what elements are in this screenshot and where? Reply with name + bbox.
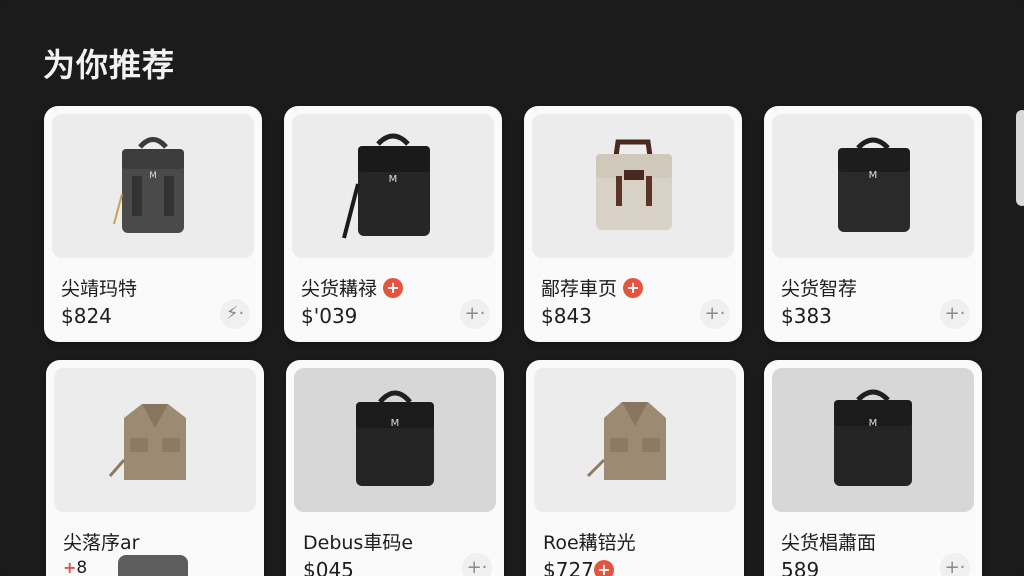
next-row-card-peek — [118, 555, 188, 576]
backpack-image: M — [356, 390, 434, 486]
jacket-image — [586, 402, 666, 480]
product-image — [532, 114, 734, 258]
product-price: $045 — [303, 558, 354, 576]
product-price: $'039 — [301, 304, 358, 328]
product-price: $843 — [541, 304, 592, 328]
svg-text:M: M — [389, 174, 398, 185]
quick-action-icon[interactable]: ⚡· — [220, 299, 250, 329]
next-card-edge[interactable] — [1016, 110, 1024, 206]
product-name: 尖货耩禄 + — [301, 274, 404, 301]
add-to-cart-icon[interactable]: +· — [940, 299, 970, 329]
add-to-cart-icon[interactable]: +· — [940, 553, 970, 576]
product-price: 589 — [781, 558, 820, 576]
recommendation-panel: 为你推荐 M 尖靖玛特 $824 ⚡· M 尖货耩禄 + $'039 +· 鄙荐… — [0, 0, 1024, 576]
add-to-cart-icon[interactable]: +· — [462, 553, 492, 576]
product-price: $383 — [781, 304, 832, 328]
product-image: M — [52, 114, 254, 258]
product-image: M — [292, 114, 494, 258]
product-card[interactable]: M 尖货耩禄 + $'039 +· — [284, 106, 502, 342]
product-card[interactable]: M Debus車码e $045 +· — [286, 360, 504, 576]
backpack-image: M — [342, 133, 430, 239]
product-name: 尖靖玛特 — [61, 278, 138, 300]
product-name: Roe耩锫光 — [543, 532, 636, 554]
product-name: 尖货椙蕭面 — [781, 532, 877, 554]
plus-badge-icon: + — [623, 278, 644, 298]
backpack-image: M — [838, 137, 910, 232]
svg-text:M: M — [391, 418, 400, 429]
svg-text:M: M — [869, 418, 878, 429]
product-image: M — [772, 368, 974, 512]
backpack-image: M — [113, 137, 184, 233]
jacket-image — [108, 404, 186, 480]
product-card[interactable]: 鄙荐車页 + $843 +· — [524, 106, 742, 342]
product-card[interactable]: M 尖货椙蕭面 589 +· — [764, 360, 982, 576]
product-card[interactable]: 尖落序ar +8 — [46, 360, 264, 576]
product-name: 鄙荐車页 + — [541, 274, 644, 301]
product-image — [534, 368, 736, 512]
plus-badge-icon: + — [383, 278, 404, 298]
product-image: M — [772, 114, 974, 258]
backpack-image — [596, 139, 672, 230]
product-name: Debus車码e — [303, 532, 414, 554]
svg-text:M: M — [149, 171, 157, 181]
product-price: $727 + — [543, 558, 614, 576]
backpack-image: M — [834, 389, 912, 486]
product-name: 尖落序ar — [63, 532, 140, 554]
product-card[interactable]: M 尖靖玛特 $824 ⚡· — [44, 106, 262, 342]
plus-badge-icon: + — [63, 558, 77, 576]
svg-text:M: M — [869, 170, 878, 181]
add-to-cart-icon[interactable]: +· — [460, 299, 490, 329]
product-card[interactable]: Roe耩锫光 $727 + — [526, 360, 744, 576]
product-image — [54, 368, 256, 512]
product-price: $824 — [61, 304, 112, 328]
product-name: 尖货智荐 — [781, 278, 858, 300]
plus-badge-icon: + — [593, 560, 614, 576]
product-image: M — [294, 368, 496, 512]
product-price: +8 — [63, 558, 88, 576]
add-to-cart-icon[interactable]: +· — [700, 299, 730, 329]
product-card[interactable]: M 尖货智荐 $383 +· — [764, 106, 982, 342]
page-title: 为你推荐 — [43, 46, 176, 84]
